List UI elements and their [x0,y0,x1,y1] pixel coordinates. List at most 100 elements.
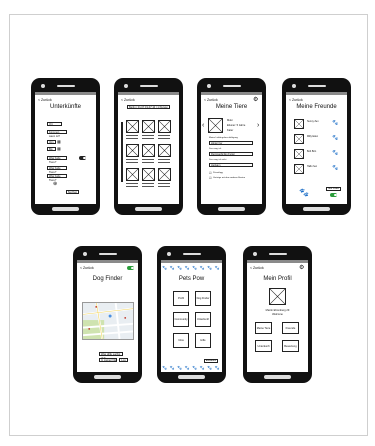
back-link[interactable]: < Zurück [204,98,218,102]
screen-results: < Zurück Berlin / 01.07.19-07.10 / 1 Per… [118,92,179,204]
shop-button[interactable]: Einkaufen [204,359,218,363]
pet-select[interactable]: Was habe Tiere? [47,156,67,164]
menu-button-3[interactable]: Unterkunft [195,312,211,327]
caption-line [142,185,154,187]
back-link[interactable]: < Zurück [289,98,303,102]
menu-button-0[interactable]: Profil [173,291,189,306]
back-link[interactable]: < Zurück [250,266,264,270]
checkbox[interactable]: ☑ [209,171,212,175]
help-select[interactable]: Was Hilfe suchst du? [99,352,123,360]
hobby-field[interactable]: Hinter her [209,141,253,145]
screen-tiere: < Zurück ⚙ Meine Tiere ‹ Muki Eltuner: 5… [201,92,262,204]
back-link[interactable]: < Zurück [80,266,94,270]
result-image[interactable] [126,144,139,157]
menu-button-5[interactable]: Hilfe [195,333,211,348]
home-bar[interactable] [94,375,121,379]
go-button[interactable]: Los [119,358,128,362]
menu-button-4[interactable]: Infos [173,333,189,348]
result-image[interactable] [126,120,139,133]
dislikes-field[interactable]: Heilsam [209,163,253,167]
my-pets-button[interactable]: Meine Tiere [255,322,272,334]
gear-icon[interactable]: ⚙ [299,264,304,271]
screen-profil: < Zurück ⚙ Mein Profil Martin Ehrenberg … [247,260,308,372]
map-pin-icon[interactable]: ● [108,313,112,320]
home-bar[interactable] [264,375,291,379]
paw-icon: 🐾 [177,365,182,370]
likes-field[interactable]: Rein/weiß/Jäg Futter [209,152,253,156]
calendar-icon[interactable]: ▦ [57,146,61,151]
paw-icon: 🐾 [162,265,167,270]
checkbox[interactable]: ☑ [209,176,212,180]
phone-freunde: < Zurück Meine Freunde Sunny Zen 🐾 Milly E… [282,78,351,215]
home-bar[interactable] [303,207,330,211]
paw-icon: 🐾 [169,365,175,370]
friend-avatar[interactable] [294,149,304,159]
search-button[interactable]: Suchen [66,190,79,194]
friend-avatar[interactable] [294,119,304,129]
paw-icon[interactable]: 🐾 [332,166,338,171]
home-bar[interactable] [135,207,162,211]
caption-line [158,159,170,161]
phone-unterkuenfte: < Zurück Unterkünfte Ort Kommen wann ist… [31,78,100,215]
dog-marker-icon[interactable]: ● [88,326,90,331]
paw-icon[interactable]: 🐾 [332,136,338,141]
home-bar[interactable] [178,375,205,379]
status-bar [247,260,308,263]
add-circle-icon[interactable]: ⊕ [53,181,57,187]
calendar-icon[interactable]: ▦ [57,139,61,144]
menu-button-1[interactable]: Dog Finder [195,291,211,306]
find-friends-button[interactable]: Neu finden [326,187,341,191]
back-link[interactable]: < Zurück [121,98,135,102]
dog-marker-icon[interactable]: ● [95,304,97,309]
paw-icon: 🐾 [184,265,190,270]
result-image[interactable] [158,120,171,133]
toggle-switch[interactable] [79,156,86,160]
chevron-left-icon[interactable]: ‹ [202,122,204,129]
scrollbar[interactable] [121,122,123,182]
caption-line [142,159,154,161]
companion-field[interactable]: Kommen wann ist? [47,130,67,138]
profile-greeting: Welcome [272,313,283,316]
caption-line [142,137,154,139]
home-bar[interactable] [218,207,245,211]
date-from-field[interactable]: Von [47,140,56,144]
status-bar [35,92,96,95]
home-bar[interactable] [52,207,79,211]
toggle-switch[interactable] [127,266,134,270]
result-image[interactable] [158,144,171,157]
chevron-right-icon[interactable]: › [257,122,259,129]
speaker-slot [57,85,75,87]
paw-icon[interactable]: 🐾 [332,151,338,156]
result-image[interactable] [142,168,155,181]
dog-marker-icon[interactable]: ● [124,315,126,320]
radius-select[interactable]: In meiner Nä [99,358,117,362]
map-view[interactable] [82,302,134,340]
pet-select[interactable]: Was habe Tiere? [47,174,67,182]
back-link[interactable]: < Zurück [38,98,52,102]
result-image[interactable] [142,144,155,157]
screen-unterkuenfte: < Zurück Unterkünfte Ort Kommen wann ist… [35,92,96,204]
friends-button[interactable]: Freunde [282,322,299,334]
gear-icon[interactable]: ⚙ [253,96,258,103]
checkbox-label: Verträge mit den anderen Besten [213,176,246,179]
friend-avatar[interactable] [294,164,304,174]
field-label: Das mag ich nicht [209,159,227,161]
speaker-slot [223,85,241,87]
date-to-field[interactable]: Bis [47,147,56,151]
rating-button[interactable]: Bewertung [282,340,299,352]
result-image[interactable] [158,168,171,181]
result-image[interactable] [142,120,155,133]
location-field[interactable]: Ort [47,122,62,126]
friend-avatar[interactable] [294,134,304,144]
menu-button-2[interactable]: Community [173,312,189,327]
paw-icon[interactable]: 🐾 [332,121,338,126]
toggle-switch[interactable] [330,193,337,197]
search-summary-field[interactable]: Berlin / 01.07.19-07.10 / 1 Person [127,105,170,109]
pet-select[interactable]: Was habe Tiere? [47,166,67,174]
phone-profil: < Zurück ⚙ Mein Profil Martin Ehrenberg … [243,246,312,383]
result-image[interactable] [126,168,139,181]
camera-dot [41,84,45,88]
page-title: Unterkünfte [49,104,82,110]
accommodation-button[interactable]: Unterkunft [255,340,272,352]
paw-icon: 🐾 [192,265,197,270]
